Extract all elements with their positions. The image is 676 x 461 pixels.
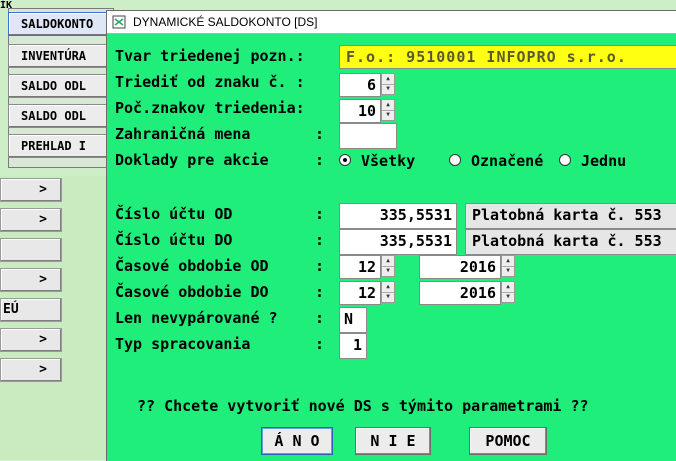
ano-button[interactable]: Á N O <box>261 427 333 455</box>
field-ucet-do[interactable]: 335,5531 <box>339 229 457 255</box>
confirmation-question: ?? Chcete vytvoriť nové DS s týmito para… <box>137 397 589 415</box>
colon: : <box>315 205 325 223</box>
left-button-eu[interactable]: EÚ <box>0 298 62 322</box>
left-button-1[interactable]: > <box>0 178 62 202</box>
obdobie-od-year-spinner[interactable]: ▲ ▼ <box>501 255 515 277</box>
label-tvar: Tvar triedenej pozn.: <box>115 47 305 65</box>
label-obdobie-do: Časové obdobie DO <box>115 283 269 301</box>
field-nevyparovane[interactable]: N <box>339 307 367 333</box>
poc-spinner[interactable]: ▲ ▼ <box>381 99 395 121</box>
radio-vsetky[interactable]: Všetky <box>339 152 415 170</box>
label-triedit: Triediť od znaku č. : <box>115 73 305 91</box>
radio-jednu[interactable]: Jednu <box>559 152 626 170</box>
radio-label: Jednu <box>581 152 627 170</box>
label-ucet-do: Číslo účtu DO <box>115 231 233 249</box>
app-icon <box>112 15 126 29</box>
ucet-do-description: Platobná karta č. 553 <box>465 229 676 255</box>
field-obdobie-od-year[interactable]: 2016 <box>419 255 501 279</box>
radio-label: Všetky <box>361 152 416 170</box>
obdobie-do-month-spinner[interactable]: ▲ ▼ <box>381 281 395 303</box>
left-button-7[interactable]: > <box>0 358 62 382</box>
field-obdobie-do-year[interactable]: 2016 <box>419 281 501 305</box>
dialog-title: DYNAMICKÉ SALDOKONTO [DS] <box>133 15 318 29</box>
nie-button[interactable]: N I E <box>355 427 431 455</box>
left-button-2[interactable]: > <box>0 208 62 232</box>
radio-oznacene[interactable]: Označené <box>449 152 543 170</box>
field-obdobie-do-month[interactable]: 12 <box>339 281 381 305</box>
field-triedit[interactable]: 6 <box>339 73 381 97</box>
label-ucet-od: Číslo účtu OD <box>115 205 233 223</box>
left-button-4[interactable]: > <box>0 268 62 292</box>
radio-dot <box>559 153 571 166</box>
colon: : <box>315 309 325 327</box>
field-poc[interactable]: 10 <box>339 99 381 123</box>
menu-item-prehlad[interactable]: PREHLAD I <box>8 134 108 158</box>
field-obdobie-od-month[interactable]: 12 <box>339 255 381 279</box>
label-nevyparovane: Len nevypárované ? <box>115 309 278 327</box>
background-top-label: ÍK <box>0 0 13 11</box>
field-ucet-od[interactable]: 335,5531 <box>339 203 457 229</box>
menu-item-saldokonto[interactable]: SALDOKONTO <box>8 12 108 36</box>
label-mena: Zahraničná mena <box>115 125 251 143</box>
menu-item-saldo-odl-2[interactable]: SALDO ODL <box>8 104 108 128</box>
colon: : <box>315 151 325 169</box>
colon: : <box>315 231 325 249</box>
pomoc-button[interactable]: POMOC <box>469 427 547 455</box>
field-typ[interactable]: 1 <box>339 333 367 359</box>
field-tvar[interactable]: F.o.: 9510001 INFOPRO s.r.o. <box>339 45 676 69</box>
colon: : <box>315 125 325 143</box>
radio-dot <box>339 153 351 166</box>
radio-dot <box>449 153 461 166</box>
triedit-spinner[interactable]: ▲ ▼ <box>381 73 395 95</box>
menu-item-saldo-odl-1[interactable]: SALDO ODL <box>8 74 108 98</box>
field-mena[interactable] <box>339 123 397 149</box>
ucet-od-description: Platobná karta č. 553 <box>465 203 676 229</box>
label-typ: Typ spracovania <box>115 335 251 353</box>
label-poc: Poč.znakov triedenia: <box>115 99 305 117</box>
left-button-3[interactable] <box>0 238 62 262</box>
radio-label: Označené <box>471 152 544 170</box>
obdobie-od-month-spinner[interactable]: ▲ ▼ <box>381 255 395 277</box>
colon: : <box>315 283 325 301</box>
dialog-titlebar: DYNAMICKÉ SALDOKONTO [DS] <box>107 11 676 34</box>
obdobie-do-year-spinner[interactable]: ▲ ▼ <box>501 281 515 303</box>
colon: : <box>315 335 325 353</box>
label-obdobie-od: Časové obdobie OD <box>115 257 269 275</box>
label-doklady: Doklady pre akcie <box>115 151 269 169</box>
dynamic-saldokonto-dialog: DYNAMICKÉ SALDOKONTO [DS] Tvar triedenej… <box>106 10 676 461</box>
left-button-6[interactable]: > <box>0 328 62 352</box>
colon: : <box>315 257 325 275</box>
menu-item-inventura[interactable]: INVENTÚRA <box>8 44 108 68</box>
